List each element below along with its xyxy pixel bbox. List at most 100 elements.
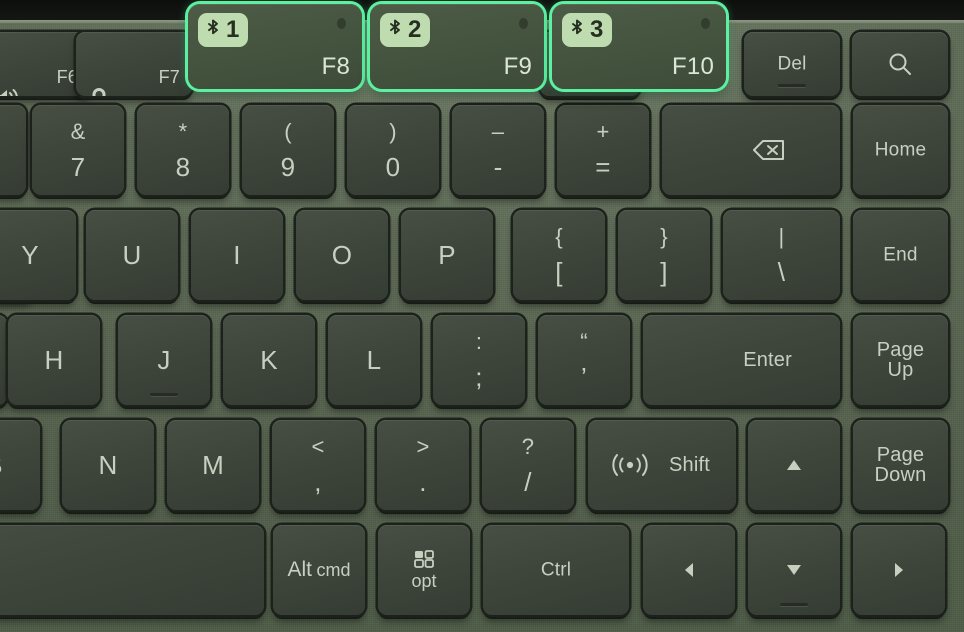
key-page-down[interactable]: Page Down: [853, 420, 948, 510]
pairing-led-2: [519, 18, 528, 29]
key-home[interactable]: Home: [853, 105, 948, 195]
key-ctrl[interactable]: Ctrl: [483, 525, 629, 615]
key-left-bracket-label: [: [555, 256, 563, 287]
key-left-bracket[interactable]: { [: [513, 210, 605, 300]
key-i[interactable]: I: [191, 210, 283, 300]
key-f7[interactable]: F7: [76, 32, 192, 96]
key-page-down-line1: Page: [876, 444, 925, 466]
key-minus-shift: –: [491, 119, 505, 145]
key-search[interactable]: [852, 32, 948, 96]
key-semicolon-shift: :: [475, 329, 483, 355]
key-launcher-opt[interactable]: opt: [378, 525, 470, 615]
key-backslash-shift: |: [778, 224, 785, 250]
keyboard-screenshot: F6 F7 P 1 F8: [0, 0, 964, 632]
key-page-up[interactable]: Page Up: [853, 315, 948, 405]
pairing-led-3: [701, 18, 710, 29]
key-o[interactable]: O: [296, 210, 388, 300]
key-launcher-opt-stack: opt: [378, 548, 470, 592]
key-opt-label: opt: [411, 570, 437, 591]
key-h-label: H: [44, 345, 64, 375]
key-left-bracket-shift: {: [555, 224, 563, 250]
key-y[interactable]: Y: [0, 210, 76, 300]
key-end[interactable]: End: [853, 210, 948, 300]
key-comma-label: ,: [314, 466, 322, 497]
key-g[interactable]: G: [0, 315, 7, 405]
key-delete[interactable]: Del: [744, 32, 840, 96]
key-right-shift[interactable]: Shift: [588, 420, 736, 510]
key-m[interactable]: M: [167, 420, 259, 510]
key-k-label: K: [260, 345, 278, 375]
key-alt-cmd[interactable]: Alt cmd: [273, 525, 365, 615]
key-u-label: U: [122, 240, 142, 270]
key-equal[interactable]: + =: [557, 105, 649, 195]
key-f8[interactable]: 1 F8: [188, 4, 362, 89]
key-b[interactable]: B: [0, 420, 40, 510]
key-minus-label: -: [493, 151, 503, 182]
key-8-shift: *: [178, 119, 188, 145]
key-delete-label: Del: [777, 53, 807, 75]
key-8[interactable]: * 8: [137, 105, 229, 195]
key-j-homing-bump: [150, 393, 178, 396]
key-backslash-label: \: [777, 256, 786, 287]
key-space[interactable]: [0, 525, 264, 615]
key-f8-label: F8: [321, 53, 350, 80]
key-arrow-left[interactable]: [643, 525, 735, 615]
key-n-label: N: [98, 450, 118, 480]
key-6[interactable]: ^ 6: [0, 105, 26, 195]
key-f9[interactable]: 2 F9: [370, 4, 544, 89]
key-0[interactable]: ) 0: [347, 105, 439, 195]
key-ctrl-label: Ctrl: [540, 559, 572, 581]
bluetooth-icon: [208, 19, 218, 35]
key-right-bracket-label: ]: [660, 256, 668, 287]
key-enter[interactable]: Enter: [643, 315, 840, 405]
arrow-left-icon: [643, 525, 735, 615]
arrow-down-icon: [748, 525, 840, 615]
key-n[interactable]: N: [62, 420, 154, 510]
key-slash[interactable]: ? /: [482, 420, 574, 510]
key-6-label: 6: [0, 154, 26, 180]
arrow-up-icon: [748, 420, 840, 510]
key-0-label: 0: [385, 151, 401, 182]
key-7-label: 7: [70, 151, 86, 182]
key-backslash[interactable]: | \: [723, 210, 840, 300]
key-k[interactable]: K: [223, 315, 315, 405]
key-comma[interactable]: < ,: [272, 420, 364, 510]
lock-icon: [88, 43, 139, 96]
key-semicolon[interactable]: : ;: [433, 315, 525, 405]
key-g-label: G: [0, 347, 7, 373]
key-l-label: L: [366, 345, 382, 375]
app-grid-icon: [378, 548, 470, 570]
key-j[interactable]: J: [118, 315, 210, 405]
key-f10[interactable]: 3 F10: [552, 4, 726, 89]
key-right-bracket-shift: }: [660, 224, 668, 250]
key-minus[interactable]: – -: [452, 105, 544, 195]
key-9-shift: (: [284, 119, 292, 145]
bluetooth-badge-3: 3: [562, 13, 613, 47]
key-9[interactable]: ( 9: [242, 105, 334, 195]
key-equal-shift: +: [596, 119, 610, 145]
key-m-label: M: [202, 450, 224, 480]
key-7[interactable]: & 7: [32, 105, 124, 195]
key-arrow-right[interactable]: [853, 525, 945, 615]
key-i-label: I: [233, 240, 241, 270]
key-0-shift: ): [389, 119, 397, 145]
key-alt-label: Alt: [287, 557, 313, 581]
key-alt-cmd-stack: Alt cmd: [273, 557, 365, 581]
key-quote[interactable]: “ ’: [538, 315, 630, 405]
key-arrow-down[interactable]: [748, 525, 840, 615]
key-equal-label: =: [595, 151, 611, 182]
key-backspace[interactable]: [662, 105, 840, 195]
key-arrow-up[interactable]: [748, 420, 840, 510]
key-9-label: 9: [280, 151, 296, 182]
key-p[interactable]: P: [401, 210, 493, 300]
key-right-bracket[interactable]: } ]: [618, 210, 710, 300]
key-u[interactable]: U: [86, 210, 178, 300]
key-l[interactable]: L: [328, 315, 420, 405]
key-right-shift-label: Shift: [668, 454, 710, 476]
key-f10-label: F10: [672, 53, 714, 80]
arrow-right-icon: [853, 525, 945, 615]
key-period[interactable]: > .: [377, 420, 469, 510]
key-h[interactable]: H: [8, 315, 100, 405]
key-7-shift: &: [70, 119, 86, 145]
bluetooth-badge-1: 1: [198, 13, 249, 47]
